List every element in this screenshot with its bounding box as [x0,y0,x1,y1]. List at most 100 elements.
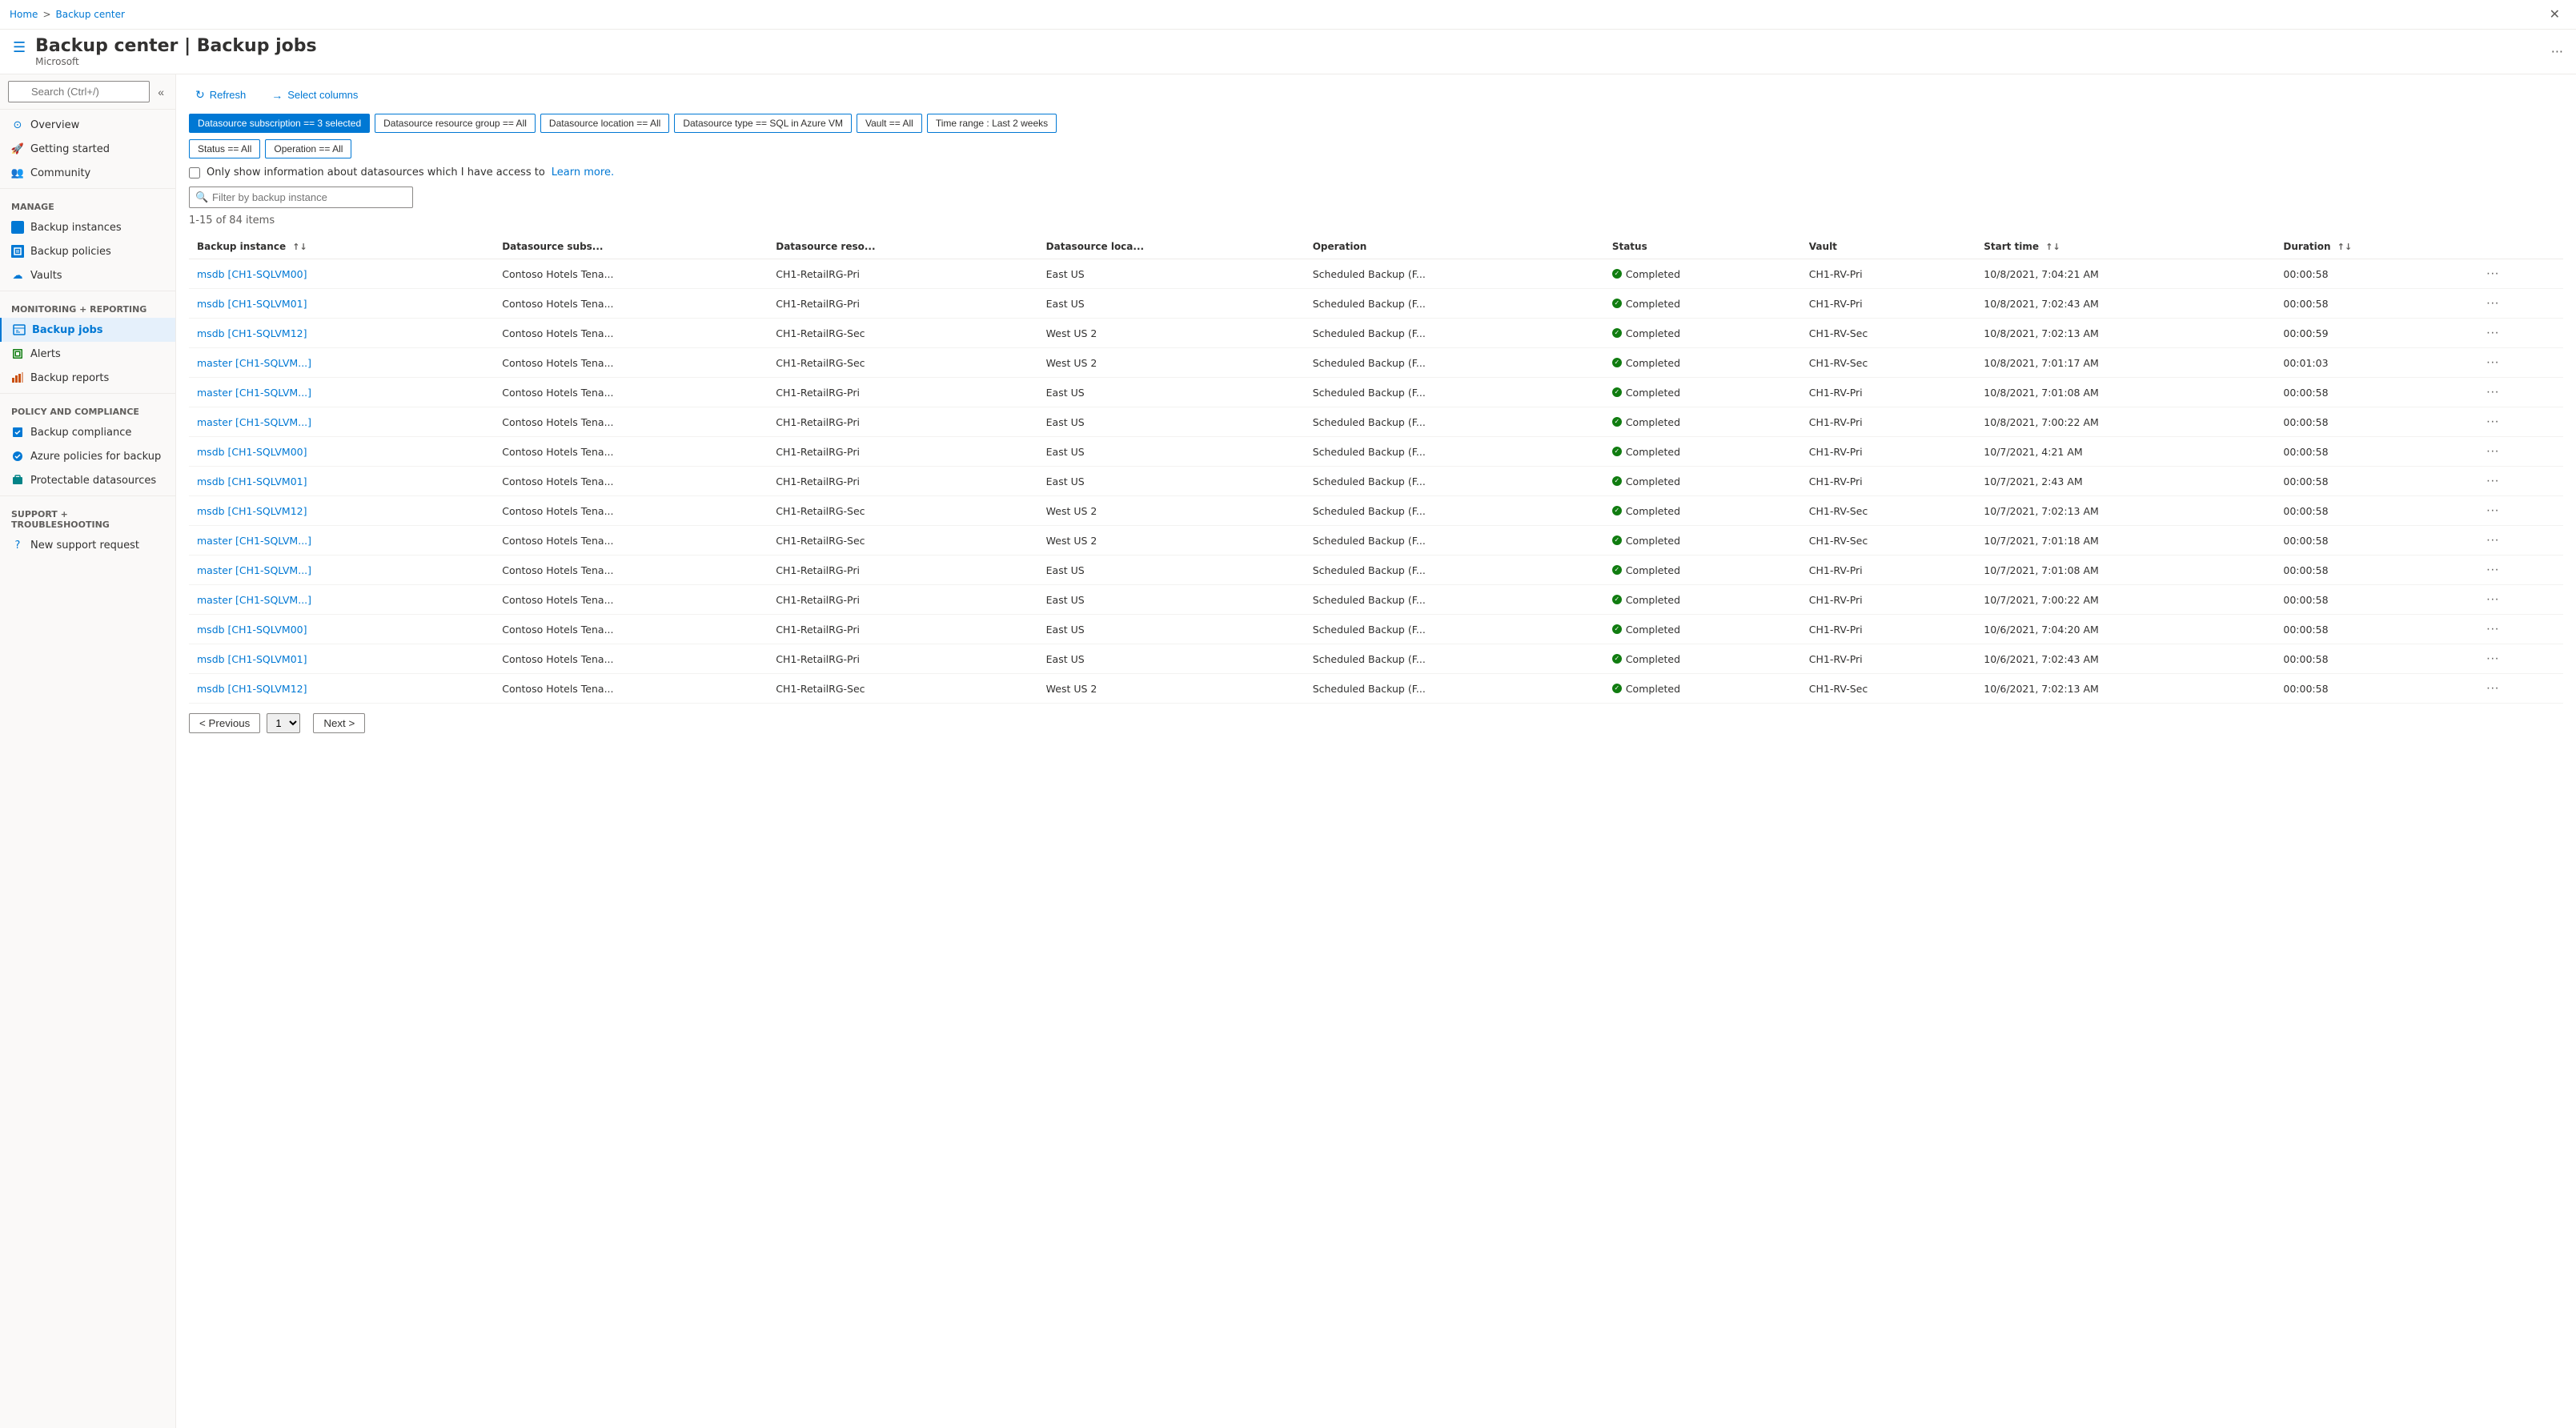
row-more-button[interactable]: ··· [2482,531,2504,549]
page-select[interactable]: 1 2 3 4 5 6 [267,713,300,733]
table-row: master [CH1-SQLVM...] Contoso Hotels Ten… [189,407,2563,437]
cell-more[interactable]: ··· [2474,259,2563,289]
row-more-button[interactable]: ··· [2482,620,2504,638]
cell-instance[interactable]: msdb [CH1-SQLVM12] [189,319,494,348]
col-start-time[interactable]: Start time ↑↓ [1976,235,2275,259]
filter-subscription[interactable]: Datasource subscription == 3 selected [189,114,370,133]
cell-duration: 00:00:58 [2275,496,2473,526]
cell-duration: 00:00:58 [2275,378,2473,407]
filter-type[interactable]: Datasource type == SQL in Azure VM [674,114,852,133]
cell-status: Completed [1604,437,1801,467]
breadcrumb-home[interactable]: Home [10,9,38,20]
table-row: master [CH1-SQLVM...] Contoso Hotels Ten… [189,526,2563,556]
prev-page-button[interactable]: < Previous [189,713,260,733]
row-more-button[interactable]: ··· [2482,680,2504,697]
row-more-button[interactable]: ··· [2482,443,2504,460]
sidebar-item-backup-instances[interactable]: Backup instances [0,215,175,239]
cell-instance[interactable]: master [CH1-SQLVM...] [189,348,494,378]
cell-resource: CH1-RetailRG-Sec [768,674,1037,704]
row-more-button[interactable]: ··· [2482,472,2504,490]
filter-location[interactable]: Datasource location == All [540,114,669,133]
table-row: master [CH1-SQLVM...] Contoso Hotels Ten… [189,585,2563,615]
filter-vault[interactable]: Vault == All [857,114,922,133]
sidebar-item-azure-policies[interactable]: Azure policies for backup [0,444,175,468]
cell-more[interactable]: ··· [2474,615,2563,644]
col-vault: Vault [1801,235,1976,259]
sidebar-item-backup-policies[interactable]: Backup policies [0,239,175,263]
cell-more[interactable]: ··· [2474,585,2563,615]
backup-policies-icon [11,245,24,258]
cell-more[interactable]: ··· [2474,319,2563,348]
cell-more[interactable]: ··· [2474,348,2563,378]
cell-duration: 00:00:58 [2275,556,2473,585]
cell-instance[interactable]: msdb [CH1-SQLVM12] [189,674,494,704]
cell-instance[interactable]: master [CH1-SQLVM...] [189,407,494,437]
row-more-button[interactable]: ··· [2482,383,2504,401]
sidebar-item-protectable-datasources[interactable]: Protectable datasources [0,468,175,492]
cell-instance[interactable]: master [CH1-SQLVM...] [189,556,494,585]
cell-more[interactable]: ··· [2474,437,2563,467]
cell-instance[interactable]: master [CH1-SQLVM...] [189,526,494,556]
col-backup-instance[interactable]: Backup instance ↑↓ [189,235,494,259]
select-columns-button[interactable]: → Select columns [265,85,364,106]
cell-instance[interactable]: msdb [CH1-SQLVM01] [189,644,494,674]
sidebar-item-new-support[interactable]: ? New support request [0,533,175,557]
next-page-button[interactable]: Next > [313,713,365,733]
row-more-button[interactable]: ··· [2482,413,2504,431]
col-duration[interactable]: Duration ↑↓ [2275,235,2473,259]
row-more-button[interactable]: ··· [2482,502,2504,519]
row-more-button[interactable]: ··· [2482,591,2504,608]
row-more-button[interactable]: ··· [2482,650,2504,668]
cell-instance[interactable]: msdb [CH1-SQLVM12] [189,496,494,526]
filter-input[interactable] [189,187,413,208]
sidebar-item-vaults[interactable]: ☁ Vaults [0,263,175,287]
cell-instance[interactable]: master [CH1-SQLVM...] [189,378,494,407]
cell-location: East US [1038,467,1305,496]
select-columns-icon: → [271,89,283,102]
hamburger-icon[interactable]: ☰ [13,39,26,56]
breadcrumb-section[interactable]: Backup center [56,9,125,20]
row-more-button[interactable]: ··· [2482,324,2504,342]
close-button[interactable]: ✕ [2543,3,2566,26]
sidebar-item-community[interactable]: 👥 Community [0,161,175,185]
filter-status[interactable]: Status == All [189,139,260,158]
cell-resource: CH1-RetailRG-Pri [768,467,1037,496]
sidebar-item-getting-started[interactable]: 🚀 Getting started [0,137,175,161]
filter-time-range[interactable]: Time range : Last 2 weeks [927,114,1057,133]
datasource-access-checkbox[interactable] [189,167,200,178]
sidebar-item-backup-jobs[interactable]: Backup jobs [0,318,175,342]
row-more-button[interactable]: ··· [2482,354,2504,371]
cell-more[interactable]: ··· [2474,378,2563,407]
cell-more[interactable]: ··· [2474,496,2563,526]
cell-more[interactable]: ··· [2474,526,2563,556]
learn-more-link[interactable]: Learn more. [552,166,614,178]
sidebar-item-backup-reports[interactable]: Backup reports [0,366,175,390]
cell-instance[interactable]: msdb [CH1-SQLVM00] [189,615,494,644]
cell-more[interactable]: ··· [2474,674,2563,704]
cell-instance[interactable]: msdb [CH1-SQLVM00] [189,259,494,289]
cell-status: Completed [1604,467,1801,496]
cell-operation: Scheduled Backup (F... [1305,526,1604,556]
cell-more[interactable]: ··· [2474,556,2563,585]
cell-more[interactable]: ··· [2474,644,2563,674]
filter-resource-group[interactable]: Datasource resource group == All [375,114,536,133]
cell-instance[interactable]: msdb [CH1-SQLVM00] [189,437,494,467]
filter-operation[interactable]: Operation == All [265,139,351,158]
more-options-icon[interactable]: ··· [2551,44,2563,59]
cell-instance[interactable]: msdb [CH1-SQLVM01] [189,467,494,496]
search-input[interactable] [8,81,150,102]
cell-more[interactable]: ··· [2474,407,2563,437]
cell-resource: CH1-RetailRG-Sec [768,319,1037,348]
sidebar-item-backup-compliance[interactable]: Backup compliance [0,420,175,444]
row-more-button[interactable]: ··· [2482,295,2504,312]
row-more-button[interactable]: ··· [2482,265,2504,283]
cell-more[interactable]: ··· [2474,467,2563,496]
sidebar-collapse-button[interactable]: « [154,82,167,102]
row-more-button[interactable]: ··· [2482,561,2504,579]
cell-instance[interactable]: msdb [CH1-SQLVM01] [189,289,494,319]
cell-instance[interactable]: master [CH1-SQLVM...] [189,585,494,615]
sidebar-item-alerts[interactable]: Alerts [0,342,175,366]
refresh-button[interactable]: ↻ Refresh [189,84,252,106]
sidebar-item-overview[interactable]: ⊙ Overview [0,113,175,137]
cell-more[interactable]: ··· [2474,289,2563,319]
